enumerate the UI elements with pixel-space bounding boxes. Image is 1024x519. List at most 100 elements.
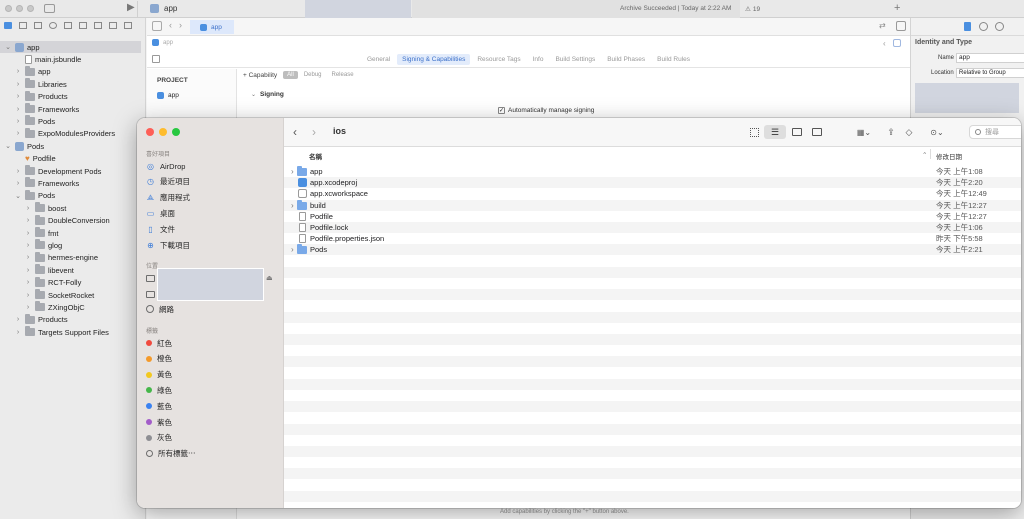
- disclosure-chevron-icon[interactable]: ›: [291, 200, 294, 211]
- navigator-item[interactable]: › hermes-engine: [24, 251, 98, 264]
- forward-icon[interactable]: ›: [179, 20, 182, 30]
- debug-icon[interactable]: [94, 22, 102, 29]
- back-icon[interactable]: ‹: [169, 20, 172, 30]
- eject-icon[interactable]: ⏏: [266, 274, 273, 282]
- report-icon[interactable]: [124, 22, 132, 29]
- sidebar-item-tag[interactable]: 紫色: [146, 415, 172, 429]
- chevron-right-icon[interactable]: ›: [14, 81, 22, 88]
- forward-icon[interactable]: ›: [312, 125, 316, 139]
- chevron-right-icon[interactable]: ›: [24, 267, 32, 274]
- tab-build-phases[interactable]: Build Phases: [602, 54, 650, 65]
- chevron-right-icon[interactable]: ›: [24, 230, 32, 237]
- file-row[interactable]: app.xcodeproj今天 上午2:2028 KBXcode Project: [284, 177, 1021, 189]
- sidebar-toggle-icon[interactable]: [44, 4, 55, 13]
- search-field[interactable]: 搜尋: [969, 125, 1021, 139]
- project-item[interactable]: app: [157, 92, 179, 99]
- sidebar-item-favorite[interactable]: ▭ 桌面: [146, 206, 175, 220]
- location-select[interactable]: Relative to Group: [956, 68, 1024, 78]
- chevron-right-icon[interactable]: ›: [24, 292, 32, 299]
- chevron-right-icon[interactable]: ›: [14, 130, 22, 137]
- sidebar-item-favorite[interactable]: ⊕ 下載項目: [146, 238, 190, 252]
- navigator-item[interactable]: › Products: [14, 90, 68, 103]
- navigator-item[interactable]: › ZXingObjC: [24, 301, 85, 313]
- source-control-icon[interactable]: [19, 22, 27, 29]
- chevron-right-icon[interactable]: ›: [14, 68, 22, 75]
- list-view-button[interactable]: ☰: [764, 125, 786, 139]
- file-row[interactable]: Podfile.lock今天 上午1:0631 KB文件: [284, 222, 1021, 233]
- chevron-down-icon[interactable]: ⌄: [4, 142, 12, 150]
- minimize-window-button[interactable]: [16, 5, 23, 12]
- tab-resource-tags[interactable]: Resource Tags: [472, 54, 525, 65]
- navigator-item[interactable]: › app: [14, 65, 51, 78]
- chevron-right-icon[interactable]: ›: [24, 217, 32, 224]
- chevron-right-icon[interactable]: ›: [24, 205, 32, 212]
- sidebar-item-favorite[interactable]: ◷ 最近項目: [146, 175, 190, 189]
- navigator-item[interactable]: ⌄ app: [0, 41, 141, 53]
- add-editor-icon[interactable]: [896, 21, 906, 31]
- tag-button[interactable]: ◇: [902, 125, 916, 139]
- close-window-button[interactable]: [5, 5, 12, 12]
- sidebar-item-tag[interactable]: 紅色: [146, 336, 172, 350]
- navigator-item[interactable]: › glog: [24, 239, 62, 251]
- close-window-button[interactable]: [146, 128, 154, 136]
- help-icon[interactable]: [995, 22, 1004, 31]
- chevron-right-icon[interactable]: ›: [14, 106, 22, 113]
- sidebar-item-favorite[interactable]: ⟁ 應用程式: [146, 191, 190, 205]
- breadcrumb[interactable]: app: [152, 39, 173, 46]
- tab-build-settings[interactable]: Build Settings: [550, 54, 600, 65]
- navigator-item[interactable]: › Targets Support Files: [14, 326, 109, 338]
- navigator-item[interactable]: ⌄ Pods: [4, 140, 44, 152]
- auto-manage-signing-checkbox[interactable]: ✓ Automatically manage signing: [498, 107, 594, 114]
- zoom-window-button[interactable]: [27, 5, 34, 12]
- chevron-right-icon[interactable]: ›: [24, 254, 32, 261]
- column-view-button[interactable]: [789, 125, 805, 139]
- navigator-item[interactable]: › Frameworks: [14, 103, 79, 115]
- sidebar-item-favorite[interactable]: ▯ 文件: [146, 222, 175, 236]
- breakpoint-icon[interactable]: [109, 22, 117, 29]
- location-item-2[interactable]: [146, 287, 155, 301]
- chevron-down-icon[interactable]: ⌄: [4, 43, 12, 51]
- refresh-icon[interactable]: ⇄: [879, 21, 886, 30]
- tab-general[interactable]: General: [362, 54, 395, 65]
- back-icon[interactable]: ‹: [293, 125, 297, 139]
- tab-signing-capabilities[interactable]: Signing & Capabilities: [397, 54, 471, 65]
- column-header-name[interactable]: 名稱: [309, 151, 322, 161]
- sidebar-item-tag[interactable]: 橙色: [146, 352, 172, 366]
- chevron-right-icon[interactable]: ›: [14, 93, 22, 100]
- navigator-item[interactable]: › SocketRocket: [24, 289, 94, 301]
- tab-build-rules[interactable]: Build Rules: [652, 54, 695, 65]
- sidebar-item-all-tags[interactable]: 所有標籤⋯: [146, 446, 196, 460]
- chevron-right-icon[interactable]: ›: [14, 180, 22, 187]
- tab-info[interactable]: Info: [528, 54, 549, 65]
- chevron-right-icon[interactable]: ›: [14, 316, 22, 323]
- file-row[interactable]: ›app今天 上午1:08--檔案夾: [284, 166, 1021, 177]
- sidebar-item-network[interactable]: 網路: [146, 302, 174, 316]
- sidebar-item-tag[interactable]: 灰色: [146, 431, 172, 445]
- location-item-1[interactable]: [146, 271, 155, 285]
- chevron-right-icon[interactable]: ›: [14, 118, 22, 125]
- filter-release[interactable]: Release: [332, 72, 354, 78]
- action-button[interactable]: ⊙⌄: [925, 125, 949, 139]
- disclosure-chevron-icon[interactable]: ›: [291, 244, 294, 255]
- signing-section-header[interactable]: ⌄ Signing: [251, 91, 284, 98]
- chevron-right-icon[interactable]: ›: [14, 329, 22, 336]
- sidebar-item-tag[interactable]: 綠色: [146, 383, 172, 397]
- file-row[interactable]: app.xcworkspace今天 上午12:4919 KBXcode...rk…: [284, 188, 1021, 199]
- grid-icon[interactable]: [152, 21, 162, 31]
- navigator-item[interactable]: main.jsbundle: [14, 53, 81, 65]
- navigator-item[interactable]: › Pods: [14, 115, 55, 127]
- scheme-selector[interactable]: app: [150, 4, 177, 13]
- symbol-icon[interactable]: [34, 22, 42, 29]
- filter-all[interactable]: All: [283, 71, 298, 79]
- file-row[interactable]: Podfile.properties.json昨天 下午5:5877 byteJ…: [284, 233, 1021, 244]
- share-button[interactable]: ⇪: [884, 125, 898, 139]
- zoom-window-button[interactable]: [172, 128, 180, 136]
- history-icon[interactable]: [979, 22, 988, 31]
- sidebar-item-tag[interactable]: 黃色: [146, 368, 172, 382]
- chevron-right-icon[interactable]: ›: [24, 304, 32, 311]
- add-tab-icon[interactable]: +: [894, 2, 900, 14]
- navigator-item[interactable]: › boost: [24, 202, 66, 214]
- run-icon[interactable]: ▶: [127, 2, 135, 13]
- icon-view-button[interactable]: [747, 125, 761, 139]
- nav-arrows-icon[interactable]: ‹: [883, 39, 886, 48]
